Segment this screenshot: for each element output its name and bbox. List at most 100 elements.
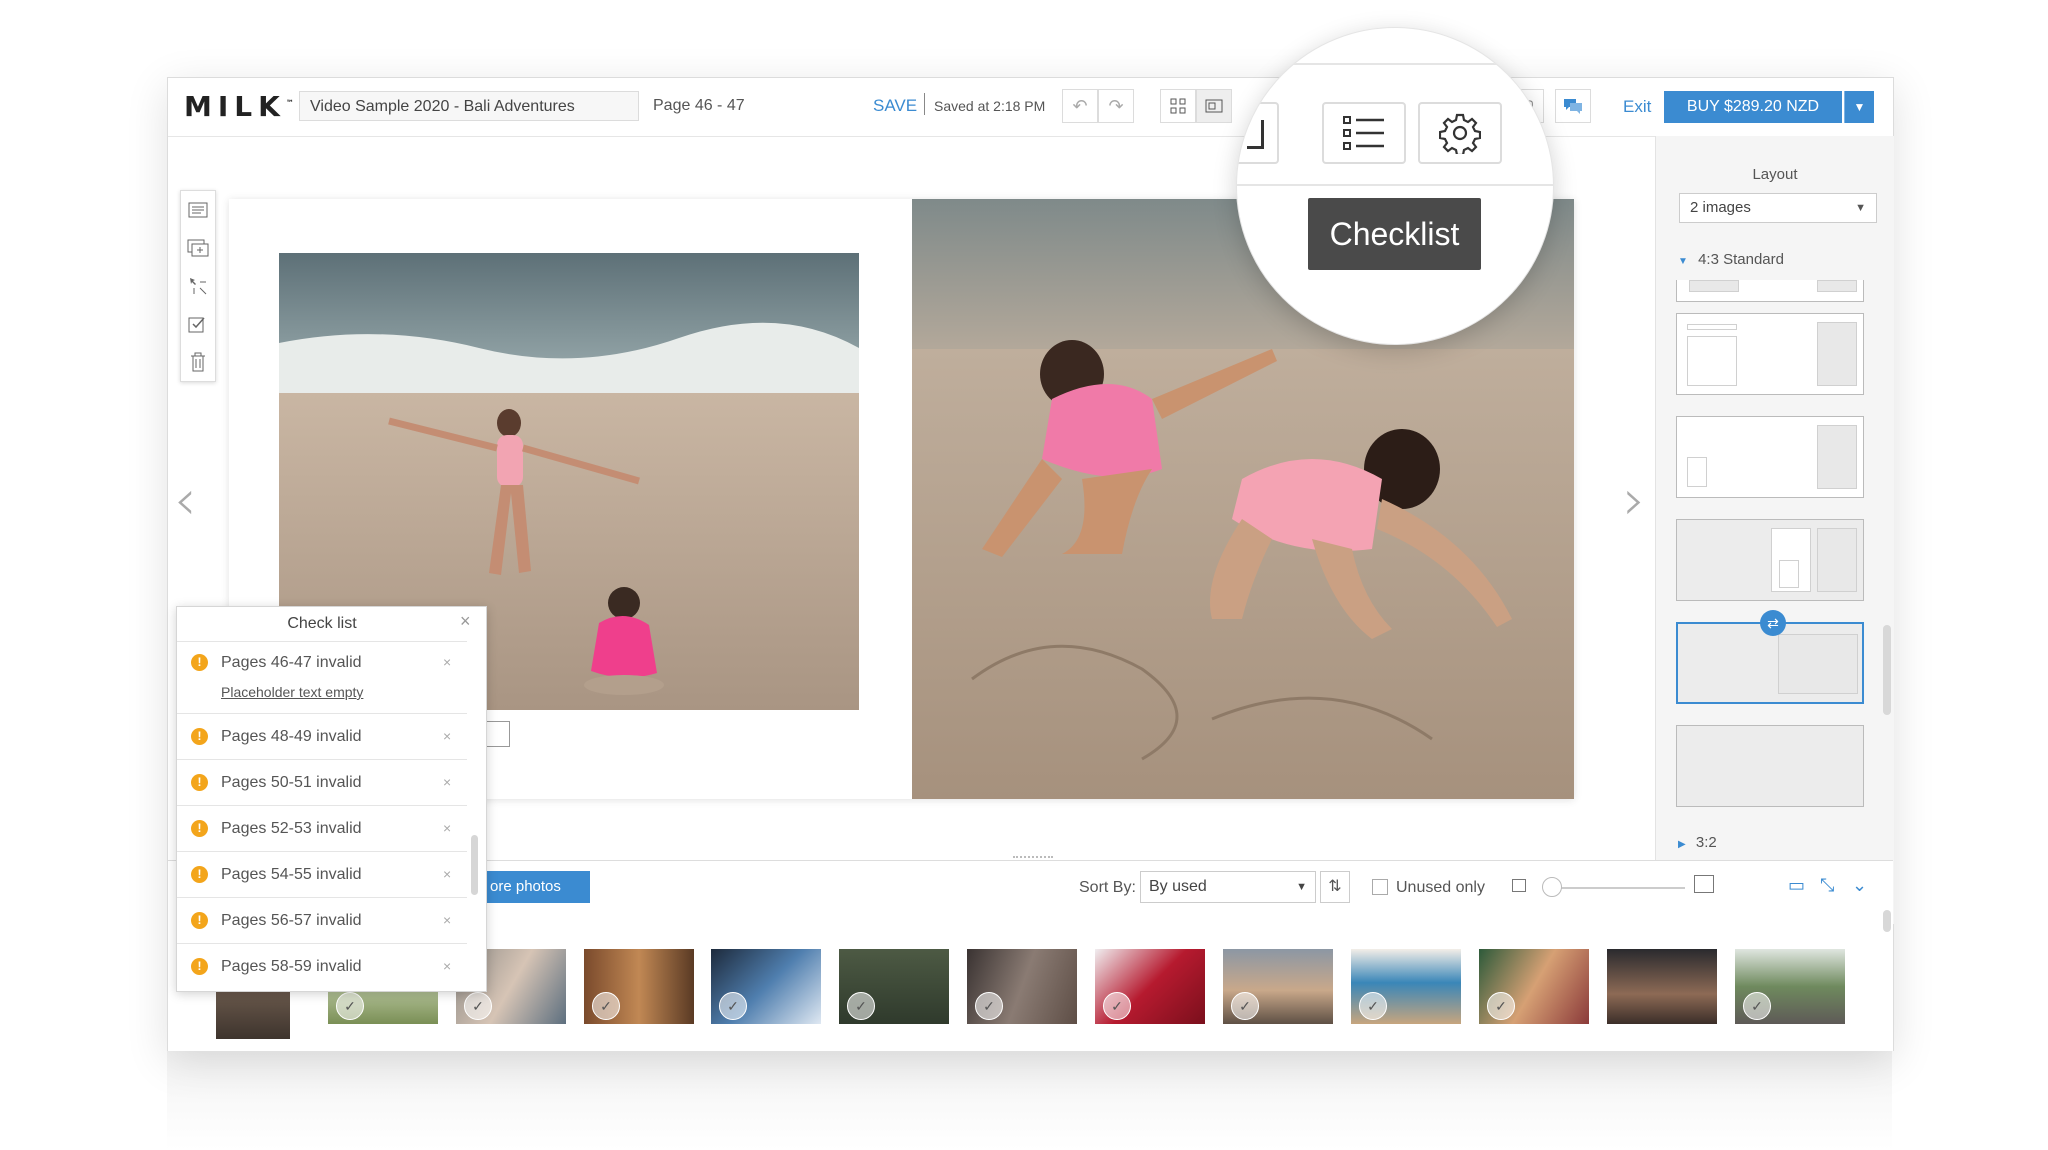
checklist-icon [1343, 116, 1384, 150]
photo-thumbnail[interactable]: ✓ [1735, 949, 1845, 1024]
layout-option[interactable] [1676, 313, 1864, 395]
page-view-icon [1205, 99, 1223, 113]
section-3-2[interactable]: ▶ 3:2 [1678, 834, 1717, 851]
undo-button[interactable]: ↶ [1062, 89, 1098, 123]
tray-scrollbar[interactable] [1883, 910, 1891, 932]
dismiss-item-button[interactable]: × [443, 912, 451, 928]
photo-thumbnail[interactable] [216, 989, 290, 1039]
sort-select[interactable]: By used ▼ [1140, 871, 1316, 903]
warning-icon: ! [191, 728, 208, 745]
checklist-item[interactable]: ! Pages 48-49 invalid × [177, 713, 467, 760]
layout-option-selected[interactable]: ⇄ [1676, 610, 1864, 704]
add-photo-box-tool[interactable] [181, 229, 215, 267]
checklist-button[interactable] [1322, 102, 1406, 164]
layout-option[interactable] [1676, 519, 1864, 601]
photo-thumbnail[interactable]: ✓ [839, 949, 949, 1024]
photo-thumbnail[interactable]: ✓ [1351, 949, 1461, 1024]
checklist-tooltip: Checklist [1308, 198, 1481, 270]
zoom-in-icon[interactable] [1694, 875, 1714, 893]
section-4-3-standard[interactable]: ▼ 4:3 Standard [1678, 251, 1784, 268]
toolbar-magnifier-callout: Checklist [1236, 27, 1554, 345]
collapse-tray-button[interactable]: ⌄ [1852, 875, 1867, 896]
dismiss-item-button[interactable]: × [443, 866, 451, 882]
settings-button[interactable] [1418, 102, 1502, 164]
used-check-icon: ✓ [1103, 992, 1131, 1020]
page-view-button[interactable] [1196, 89, 1232, 123]
used-check-icon: ✓ [336, 992, 364, 1020]
layout-option[interactable] [1676, 416, 1864, 498]
checklist-item[interactable]: ! Pages 54-55 invalid × [177, 851, 467, 898]
project-title-field[interactable]: Video Sample 2020 - Bali Adventures [299, 91, 639, 121]
add-more-photos-button[interactable]: ore photos [480, 871, 590, 903]
zoom-out-icon[interactable] [1512, 879, 1526, 892]
dismiss-item-button[interactable]: × [443, 728, 451, 744]
checklist-item-detail-link[interactable]: Placeholder text empty [221, 684, 363, 700]
chevron-down-icon: ▼ [1853, 100, 1866, 114]
grid-view-icon [1170, 98, 1186, 114]
unused-only-checkbox[interactable] [1372, 879, 1388, 895]
photo-thumbnail[interactable]: ✓ [584, 949, 694, 1024]
checklist-item-text: Pages 54-55 invalid [221, 866, 362, 883]
caret-right-icon: ▶ [1678, 839, 1686, 850]
chevron-left-icon: ‹ [174, 468, 197, 533]
photo-thumbnail[interactable]: ✓ [1479, 949, 1589, 1024]
divider [1237, 63, 1553, 65]
thumbnail-zoom-slider[interactable] [1548, 887, 1685, 889]
checklist-title: Check list [287, 615, 357, 632]
comment-button[interactable] [1555, 89, 1591, 123]
dismiss-item-button[interactable]: × [443, 958, 451, 974]
close-checklist-button[interactable]: × [460, 611, 471, 632]
delete-tool[interactable] [181, 343, 215, 381]
checklist-panel: Check list × ! Pages 46-47 invalid Place… [176, 606, 487, 992]
checklist-item[interactable]: ! Pages 58-59 invalid × [177, 943, 467, 991]
text-icon [188, 202, 208, 218]
dismiss-item-button[interactable]: × [443, 654, 451, 670]
settings-gear-icon [1439, 113, 1481, 154]
redo-button[interactable]: ↷ [1098, 89, 1134, 123]
window-reflection [167, 1050, 1892, 1150]
photo-thumbnail[interactable] [1607, 949, 1717, 1024]
text-placeholder-box[interactable] [486, 721, 510, 747]
layout-option[interactable] [1676, 725, 1864, 807]
checklist-tool[interactable] [181, 305, 215, 343]
exit-link[interactable]: Exit [1623, 97, 1651, 117]
layout-option[interactable] [1676, 280, 1864, 302]
checklist-item-text: Pages 50-51 invalid [221, 774, 362, 791]
previous-page-arrow[interactable]: ‹ [174, 468, 196, 533]
save-button[interactable]: SAVE [873, 96, 917, 116]
dismiss-item-button[interactable]: × [443, 774, 451, 790]
swap-icon[interactable]: ⇄ [1760, 610, 1786, 636]
expand-tray-button[interactable]: ⤡ [1820, 875, 1834, 896]
photo-thumbnail[interactable]: ✓ [1223, 949, 1333, 1024]
page-view-button-zoomed[interactable] [1237, 102, 1279, 164]
tray-resize-handle[interactable] [1013, 856, 1053, 864]
checklist-item-text: Pages 56-57 invalid [221, 912, 362, 929]
checklist-item-text: Pages 48-49 invalid [221, 728, 362, 745]
checklist-item[interactable]: ! Pages 56-57 invalid × [177, 897, 467, 944]
sort-direction-button[interactable]: ⇅ [1320, 871, 1350, 903]
photo-thumbnail[interactable]: ✓ [711, 949, 821, 1024]
sort-select-value: By used [1149, 878, 1207, 895]
buy-button[interactable]: BUY $289.20 NZD [1664, 91, 1842, 123]
divider [1237, 184, 1553, 186]
layout-select[interactable]: 2 images ▼ [1679, 193, 1877, 223]
zoom-slider-handle[interactable] [1542, 877, 1562, 897]
used-check-icon: ✓ [719, 992, 747, 1020]
photo-thumbnail[interactable]: ✓ [967, 949, 1077, 1024]
layout-panel-scrollbar[interactable] [1883, 625, 1891, 715]
checklist-item[interactable]: ! Pages 52-53 invalid × [177, 805, 467, 852]
add-text-tool[interactable] [181, 191, 215, 229]
comment-icon [1564, 99, 1582, 114]
photo-thumbnail[interactable]: ✓ [1095, 949, 1205, 1024]
add-page-icon [187, 239, 209, 257]
checklist-item[interactable]: ! Pages 46-47 invalid Placeholder text e… [177, 641, 467, 714]
next-page-arrow[interactable]: › [1623, 468, 1645, 533]
sort-arrows-icon: ⇅ [1328, 878, 1342, 895]
dismiss-item-button[interactable]: × [443, 820, 451, 836]
checklist-scrollbar[interactable] [471, 835, 478, 895]
tray-view-button[interactable]: ▭ [1788, 875, 1805, 896]
grid-view-button[interactable] [1160, 89, 1196, 123]
move-tool[interactable] [181, 267, 215, 305]
buy-options-button[interactable]: ▼ [1844, 91, 1874, 123]
checklist-item[interactable]: ! Pages 50-51 invalid × [177, 759, 467, 806]
